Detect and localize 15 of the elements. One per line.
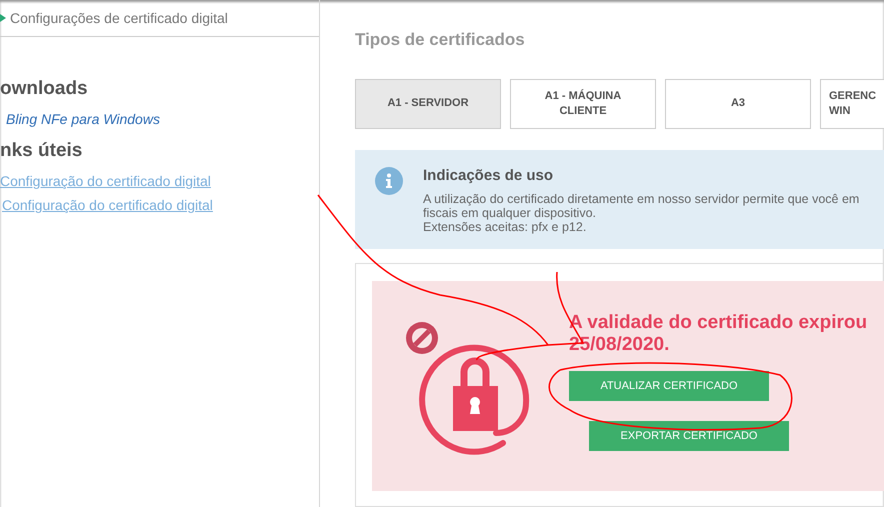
section-heading: nks úteis [0,139,82,163]
tab[interactable]: A3 [665,78,811,129]
tab[interactable]: A1 - SERVIDOR [355,78,501,129]
tab[interactable]: GERENC WIN [820,78,884,129]
info-title: Indicações de uso [423,166,554,184]
info-icon [375,166,403,195]
action-button[interactable]: EXPORTAR CERTIFICADO [589,421,789,452]
page-title: Tipos de certificados [355,30,526,51]
action-button[interactable]: ATUALIZAR CERTIFICADO [569,371,769,402]
arrow-icon [0,14,6,22]
section-heading: ownloads [0,77,88,101]
info-text: A utilização do certificado diretamente em nosso servidor permite que você em fiscais em qualquer dispositivo. Extensões aceitas: pfx e p12. [423,192,860,234]
tab[interactable]: A1 - MÁQUINA CLIENTE [510,78,656,129]
download-link[interactable]: Bling NFe para Windows [6,111,160,127]
breadcrumb[interactable]: Configurações de certificado digital [8,10,228,26]
